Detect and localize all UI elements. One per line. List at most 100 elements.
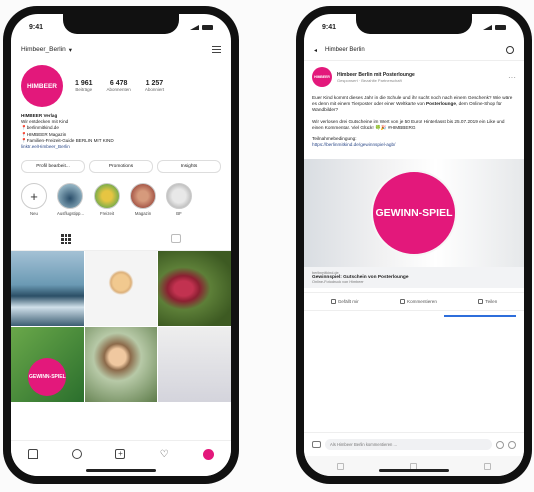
highlight-thumbnail <box>94 183 120 210</box>
share-button[interactable]: Teilen <box>478 299 497 305</box>
fb-comment-bar: Als Himbeer Berlin kommentieren ... <box>304 432 524 456</box>
edit-profile-button[interactable]: Profil bearbeit... <box>21 160 85 174</box>
status-time: 9:41 <box>29 23 44 31</box>
avatar[interactable]: HIMBEER <box>312 67 332 87</box>
highlight-item[interactable]: Ausflugstipp... <box>57 183 84 216</box>
profile-icon[interactable] <box>203 449 215 460</box>
grid-post[interactable]: GEWINN-SPIEL <box>11 327 84 403</box>
ig-post-grid: GEWINN-SPIEL <box>11 251 231 403</box>
fb-post-image[interactable]: GEWINN-SPIEL <box>304 159 524 268</box>
highlight-item[interactable]: Freizeit <box>94 183 120 216</box>
stat-label: Abonniert <box>144 87 165 92</box>
fb-bottom-bar <box>304 456 524 476</box>
home-indicator <box>86 469 156 472</box>
link-subtitle: Online-Fotodruck von Himbeer <box>312 280 364 285</box>
ig-stats: 1 961 Beiträge 6 478 Abonnenten 1 257 Ab… <box>75 80 164 92</box>
home-icon[interactable] <box>27 449 38 459</box>
camera-icon[interactable] <box>312 441 321 448</box>
ig-buttons: Profil bearbeit... Promotions Insights <box>11 154 231 179</box>
tagged-icon[interactable] <box>171 234 181 244</box>
post-paragraph: Wir verlosen drei Gutscheine im Wert von… <box>312 118 505 130</box>
stat-label: Beiträge <box>75 87 93 92</box>
more-icon[interactable]: ··· <box>508 73 516 82</box>
add-post-icon[interactable]: + <box>115 449 126 459</box>
grid-icon[interactable] <box>61 234 71 245</box>
grid-post[interactable] <box>84 327 158 403</box>
fb-header: ◂ Himbeer Berlin <box>304 40 524 61</box>
highlight-item[interactable]: Magazin <box>130 183 156 216</box>
fb-actions: Gefällt mir Kommentieren Teilen <box>304 292 524 312</box>
highlight-label: Ausflugstipp... <box>57 211 84 217</box>
heart-icon[interactable]: ♡ <box>159 449 169 460</box>
like-button[interactable]: Gefällt mir <box>330 299 359 305</box>
signal-icon <box>483 24 492 30</box>
facebook-screen: 9:41 ◂ Himbeer Berlin HIMBEER Himbeer Be… <box>304 14 524 476</box>
menu-icon[interactable] <box>212 44 221 55</box>
gewinnspiel-badge: GEWINN-SPIEL <box>28 358 67 397</box>
status-icons <box>190 24 213 30</box>
gif-icon[interactable] <box>496 440 504 449</box>
stat-value: 1 961 <box>75 80 93 87</box>
status-time: 9:41 <box>322 23 337 31</box>
highlight-label: Neu <box>30 211 38 217</box>
avatar[interactable]: HIMBEER <box>21 65 63 107</box>
notch <box>63 14 179 34</box>
comment-label: Kommentieren <box>407 299 437 305</box>
phone-right: 9:41 ◂ Himbeer Berlin HIMBEER Himbeer Be… <box>296 6 532 484</box>
home-indicator <box>379 469 449 472</box>
signal-icon <box>190 24 199 30</box>
highlight-label: Freizeit <box>99 211 115 217</box>
grid-post[interactable] <box>158 327 231 403</box>
notch <box>356 14 472 34</box>
comment-input[interactable]: Als Himbeer Berlin kommentieren ... <box>325 439 492 450</box>
bio-link[interactable]: linktr.ee/Himbeer_Berlin <box>21 144 221 150</box>
ig-header: Himbeer_Berlin ▾ <box>11 40 231 59</box>
phone-left: 9:41 Himbeer_Berlin ▾ HIMBEER 1 961 Beit… <box>3 6 239 484</box>
avatar-text: HIMBEER <box>314 75 330 79</box>
search-icon[interactable] <box>506 46 514 54</box>
terms-link[interactable]: https://berlinmitkind.de/gewinnspiel-agb… <box>312 142 395 147</box>
back-icon[interactable] <box>337 462 345 470</box>
post-brand[interactable]: Posterlounge <box>426 101 456 106</box>
highlight-item[interactable]: BF <box>166 183 192 216</box>
ig-bio: HIMBEER Verlag Wir entdecken mit Kind 📍b… <box>11 109 231 154</box>
terms-label: Teilnahmebedingung: <box>312 136 357 142</box>
page-title: Himbeer Berlin <box>325 47 365 53</box>
progress-bar <box>444 315 516 318</box>
promotions-button[interactable]: Promotions <box>89 160 153 174</box>
grid-post[interactable] <box>84 251 158 327</box>
ig-account-switcher[interactable]: Himbeer_Berlin ▾ <box>21 46 72 54</box>
share-icon <box>478 299 484 305</box>
instagram-screen: 9:41 Himbeer_Berlin ▾ HIMBEER 1 961 Beit… <box>11 14 231 476</box>
tabs-icon[interactable] <box>483 462 491 470</box>
back-arrow-icon[interactable]: ◂ <box>314 47 317 54</box>
comment-button[interactable]: Kommentieren <box>400 299 437 305</box>
insights-button[interactable]: Insights <box>157 160 221 174</box>
gewinnspiel-badge: GEWINN-SPIEL <box>371 170 457 257</box>
stat-followers[interactable]: 6 478 Abonnenten <box>107 80 131 92</box>
grid-post[interactable] <box>158 251 231 327</box>
stat-posts[interactable]: 1 961 Beiträge <box>75 80 93 92</box>
stat-following[interactable]: 1 257 Abonniert <box>145 80 164 92</box>
fb-link-preview[interactable]: berlinmitkind.de Gewinnspiel: Gutschein … <box>304 267 524 289</box>
ig-username: Himbeer_Berlin <box>21 46 66 53</box>
battery-icon <box>202 24 213 30</box>
grid-post[interactable] <box>11 251 84 327</box>
highlight-thumbnail <box>130 183 156 210</box>
stat-label: Abonnenten <box>106 87 131 92</box>
highlight-label: Magazin <box>134 211 152 217</box>
highlight-new[interactable]: + Neu <box>21 183 47 216</box>
ig-tabs <box>11 228 231 252</box>
stat-value: 6 478 <box>109 80 128 87</box>
emoji-icon[interactable] <box>508 440 516 449</box>
highlight-thumbnail <box>57 183 83 210</box>
post-author[interactable]: Himbeer Berlin mit Posterlounge <box>337 72 415 78</box>
plus-icon: + <box>21 183 47 210</box>
stat-value: 1 257 <box>145 80 164 87</box>
search-icon[interactable] <box>71 449 82 459</box>
fb-post-header: HIMBEER Himbeer Berlin mit Posterlounge … <box>304 61 524 93</box>
chevron-down-icon: ▾ <box>68 46 73 54</box>
ig-profile-row: HIMBEER 1 961 Beiträge 6 478 Abonnenten … <box>11 59 231 109</box>
highlight-thumbnail <box>166 183 192 210</box>
highlight-label: BF <box>176 211 182 217</box>
